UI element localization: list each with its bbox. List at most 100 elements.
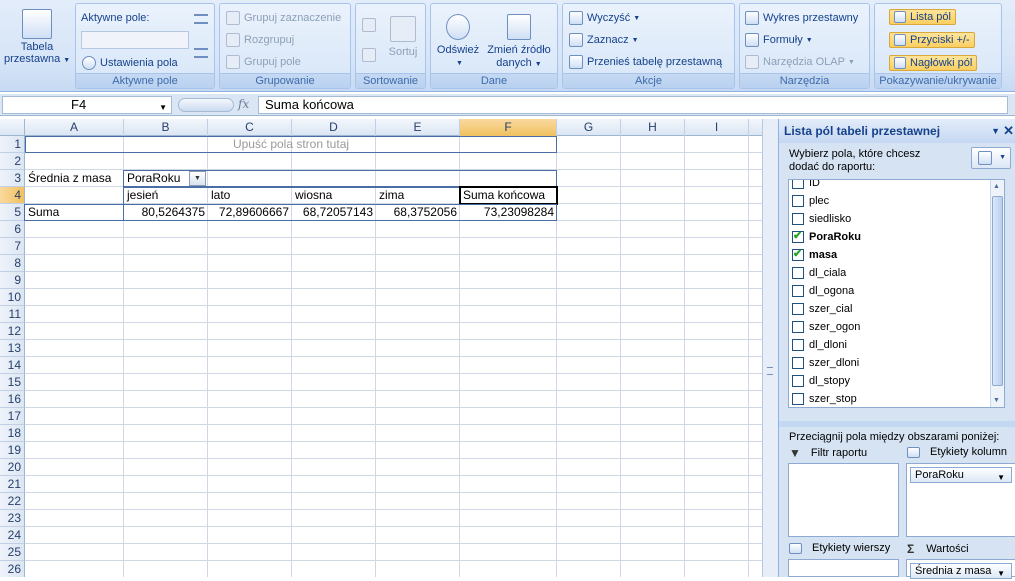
column-header-cell[interactable]: lato — [208, 187, 292, 204]
field-checkbox[interactable] — [792, 267, 804, 279]
field-list[interactable]: ID plec siedlisko PoraRoku masa dl_ciala dl_og… — [788, 179, 1005, 408]
row-header[interactable]: 16 — [0, 391, 25, 408]
refresh-button[interactable]: Odśwież ▼ — [435, 14, 481, 68]
row-header[interactable]: 1 — [0, 136, 25, 153]
ungroup-button[interactable]: Rozgrupuj — [226, 33, 294, 47]
layout-button[interactable]: ▼ — [971, 147, 1011, 169]
row-header[interactable]: 12 — [0, 323, 25, 340]
column-header[interactable]: E — [376, 119, 460, 136]
clear-button[interactable]: Wyczyść ▼ — [569, 11, 640, 25]
row-header[interactable]: 11 — [0, 306, 25, 323]
pane-splitter[interactable] — [762, 119, 778, 577]
chevron-down-icon[interactable]: ▼ — [991, 119, 1000, 143]
formula-bar-grip[interactable] — [178, 98, 234, 112]
row-header[interactable]: 5 — [0, 204, 25, 221]
field-item[interactable]: siedlisko — [792, 210, 851, 228]
field-checkbox[interactable] — [792, 303, 804, 315]
group-field-button[interactable]: Grupuj pole — [226, 55, 301, 69]
value-cell[interactable]: 72,89606667 — [208, 204, 292, 221]
row-header[interactable]: 24 — [0, 527, 25, 544]
formula-input[interactable]: Suma końcowa — [258, 96, 1008, 114]
field-item[interactable]: plec — [792, 192, 829, 210]
select-all-corner[interactable] — [0, 119, 25, 136]
field-item[interactable]: ID — [792, 180, 820, 192]
formulas-button[interactable]: Formuły ▼ — [745, 33, 813, 47]
insert-function-icon[interactable]: fx — [238, 97, 249, 111]
row-header[interactable]: 25 — [0, 544, 25, 561]
row-header[interactable]: 23 — [0, 510, 25, 527]
field-checkbox[interactable] — [792, 321, 804, 333]
row-header[interactable]: 18 — [0, 425, 25, 442]
total-label-cell[interactable]: Suma — [25, 204, 124, 221]
field-item[interactable]: masa — [792, 246, 837, 264]
column-field-cell[interactable]: PoraRoku — [124, 170, 188, 187]
scroll-down-icon[interactable]: ▼ — [993, 397, 1000, 404]
change-source-button[interactable]: Zmień źródło danych ▼ — [483, 14, 555, 71]
column-header[interactable]: G — [557, 119, 621, 136]
values-area[interactable]: Średnia z masa ▼ — [906, 559, 1015, 579]
chevron-down-icon[interactable]: ▼ — [997, 471, 1005, 485]
pivot-chart-button[interactable]: Wykres przestawny — [745, 11, 858, 25]
buttons-toggle[interactable]: Przyciski +/- — [889, 32, 975, 48]
chevron-down-icon[interactable]: ▼ — [997, 567, 1005, 581]
field-item[interactable]: dl_stopy — [792, 372, 850, 390]
field-list-scrollbar[interactable]: ▲ ▼ — [990, 180, 1004, 407]
column-header[interactable]: I — [685, 119, 749, 136]
row-header[interactable]: 26 — [0, 561, 25, 577]
column-header-cell[interactable]: wiosna — [292, 187, 376, 204]
row-header[interactable]: 6 — [0, 221, 25, 238]
row-header[interactable]: 7 — [0, 238, 25, 255]
select-button[interactable]: Zaznacz ▼ — [569, 33, 639, 47]
pane-divider[interactable] — [779, 421, 1015, 427]
row-label-cell[interactable]: Średnia z masa — [25, 170, 124, 187]
close-icon[interactable]: ✕ — [1003, 119, 1014, 143]
row-header[interactable]: 21 — [0, 476, 25, 493]
field-checkbox[interactable] — [792, 213, 804, 225]
field-headers-toggle[interactable]: Nagłówki pól — [889, 55, 978, 71]
column-header[interactable]: H — [621, 119, 685, 136]
field-item[interactable]: szer_ogon — [792, 318, 860, 336]
field-checkbox[interactable] — [792, 229, 804, 243]
row-header[interactable]: 4 — [0, 187, 25, 204]
field-item[interactable]: dl_ciala — [792, 264, 846, 282]
scroll-thumb[interactable] — [992, 196, 1003, 386]
column-header[interactable]: B — [124, 119, 208, 136]
row-header[interactable]: 3 — [0, 170, 25, 187]
olap-tools-button[interactable]: Narzędzia OLAP ▼ — [745, 55, 855, 69]
field-checkbox[interactable] — [792, 339, 804, 351]
field-checkbox[interactable] — [792, 195, 804, 207]
value-cell[interactable]: 68,72057143 — [292, 204, 376, 221]
field-list-toggle[interactable]: Lista pól — [889, 9, 956, 25]
group-selection-button[interactable]: Grupuj zaznaczenie — [226, 11, 341, 25]
row-header[interactable]: 9 — [0, 272, 25, 289]
value-cell[interactable]: 68,3752056 — [376, 204, 460, 221]
row-labels-area[interactable] — [788, 559, 899, 577]
row-header[interactable]: 17 — [0, 408, 25, 425]
field-item[interactable]: dl_dloni — [792, 336, 847, 354]
sort-az-icon[interactable] — [362, 18, 376, 32]
column-labels-area[interactable]: PoraRoku ▼ — [906, 463, 1015, 537]
sort-button[interactable]: Sortuj — [386, 16, 420, 58]
column-header-cell[interactable]: zima — [376, 187, 460, 204]
active-field-input[interactable] — [81, 31, 189, 49]
row-header[interactable]: 22 — [0, 493, 25, 510]
row-header[interactable]: 19 — [0, 442, 25, 459]
row-header[interactable]: 14 — [0, 357, 25, 374]
row-header[interactable]: 15 — [0, 374, 25, 391]
field-item[interactable]: szer_dloni — [792, 354, 859, 372]
field-checkbox[interactable] — [792, 180, 804, 189]
value-cell[interactable]: 73,23098284 — [460, 204, 557, 221]
pivot-table-button[interactable]: Tabela przestawna ▼ — [4, 9, 70, 75]
field-checkbox[interactable] — [792, 375, 804, 387]
field-item[interactable]: PoraRoku — [792, 228, 861, 246]
sort-za-icon[interactable] — [362, 48, 376, 62]
move-pivot-button[interactable]: Przenieś tabelę przestawną — [569, 55, 722, 69]
filter-dropdown-button[interactable]: ▼ — [189, 171, 206, 186]
field-item[interactable]: szer_stop — [792, 390, 857, 407]
row-header[interactable]: 2 — [0, 153, 25, 170]
row-header[interactable]: 13 — [0, 340, 25, 357]
row-header[interactable]: 8 — [0, 255, 25, 272]
field-checkbox[interactable] — [792, 285, 804, 297]
column-header[interactable]: F — [460, 119, 557, 136]
column-header-cell[interactable]: jesień — [124, 187, 208, 204]
